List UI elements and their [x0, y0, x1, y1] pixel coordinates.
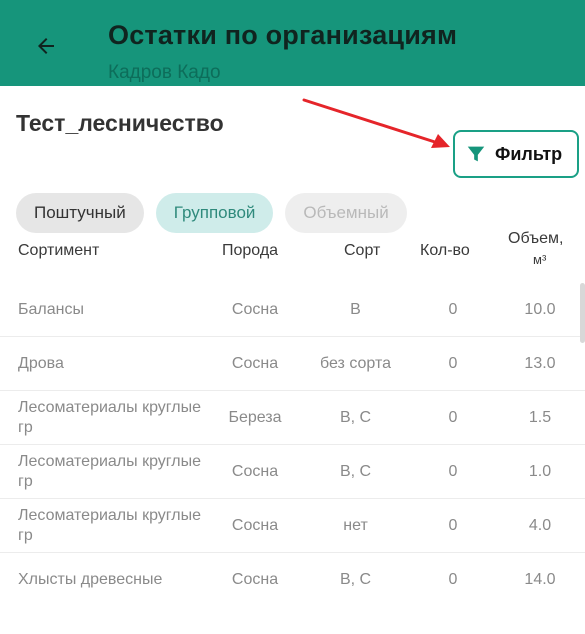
- cell-volume: 10.0: [524, 301, 556, 318]
- app-bar: Остатки по организациям Кадров Кадо: [0, 0, 585, 86]
- cell-sortiment: Дрова: [18, 355, 64, 372]
- cell-volume: 4.0: [528, 517, 552, 534]
- filter-funnel-icon: [467, 146, 485, 162]
- cell-sort: B: [350, 301, 361, 318]
- table-row[interactable]: Лесоматериалы круглые гр Береза B, C 0 1…: [0, 391, 585, 445]
- header-volume-unit: м³: [533, 252, 547, 267]
- cell-sort: нет: [343, 517, 368, 534]
- cell-sort: B, C: [339, 463, 372, 480]
- cell-qty: 0: [448, 355, 458, 372]
- cell-qty: 0: [448, 517, 458, 534]
- tab-label: Групповой: [173, 203, 256, 222]
- cell-volume: 14.0: [524, 571, 556, 588]
- cell-qty: 0: [448, 463, 458, 480]
- cell-poroda: Сосна: [231, 571, 279, 588]
- tab-label: Поштучный: [34, 203, 126, 222]
- table-row[interactable]: Дрова Сосна без сорта 0 13.0: [0, 337, 585, 391]
- scrollbar[interactable]: [580, 283, 585, 343]
- cell-volume: 1.0: [528, 463, 552, 480]
- cell-sortiment: Балансы: [18, 301, 84, 318]
- cell-sortiment: Хлысты древесные: [18, 571, 163, 588]
- table-row[interactable]: Балансы Сосна B 0 10.0: [0, 283, 585, 337]
- filter-button-label: Фильтр: [495, 143, 563, 164]
- cell-qty: 0: [448, 409, 458, 426]
- cell-sortiment: Лесоматериалы круглые гр: [18, 507, 202, 544]
- cell-sort: B, C: [339, 409, 372, 426]
- cell-poroda: Сосна: [231, 355, 279, 372]
- cell-qty: 0: [448, 571, 458, 588]
- header-sort: Сорт: [344, 242, 381, 259]
- arrow-left-icon: [38, 38, 54, 54]
- cell-sortiment: Лесоматериалы круглые гр: [18, 453, 202, 490]
- header-poroda: Порода: [222, 242, 279, 259]
- table-body: Балансы Сосна B 0 10.0 Дрова Сосна без с…: [0, 283, 585, 607]
- cell-sort: без сорта: [320, 355, 391, 372]
- cell-poroda: Береза: [228, 409, 282, 426]
- cell-poroda: Сосна: [231, 301, 279, 318]
- table-row[interactable]: Лесоматериалы круглые гр Сосна B, C 0 1.…: [0, 445, 585, 499]
- header-volume: Объем,: [508, 230, 564, 247]
- table-row[interactable]: Хлысты древесные Сосна B, C 0 14.0: [0, 553, 585, 607]
- red-arrow-icon: [302, 98, 450, 148]
- header-sortiment: Сортимент: [18, 242, 100, 259]
- user-subtitle: Кадров Кадо: [108, 62, 221, 83]
- tab-label: Объемный: [303, 203, 389, 222]
- cell-poroda: Сосна: [231, 517, 279, 534]
- table-header: Сортимент Порода Сорт Кол-во Объем, м³: [0, 224, 585, 280]
- header-qty: Кол-во: [420, 242, 470, 259]
- cell-qty: 0: [448, 301, 458, 318]
- back-button[interactable]: [30, 30, 62, 62]
- cell-poroda: Сосна: [231, 463, 279, 480]
- cell-volume: 13.0: [524, 355, 556, 372]
- cell-volume: 1.5: [528, 409, 552, 426]
- filter-button[interactable]: Фильтр: [453, 130, 579, 178]
- table-row[interactable]: Лесоматериалы круглые гр Сосна нет 0 4.0: [0, 499, 585, 553]
- organization-name: Тест_лесничество: [16, 110, 224, 136]
- page-title: Остатки по организациям: [108, 20, 458, 50]
- cell-sort: B, C: [339, 571, 372, 588]
- cell-sortiment: Лесоматериалы круглые гр: [18, 399, 202, 436]
